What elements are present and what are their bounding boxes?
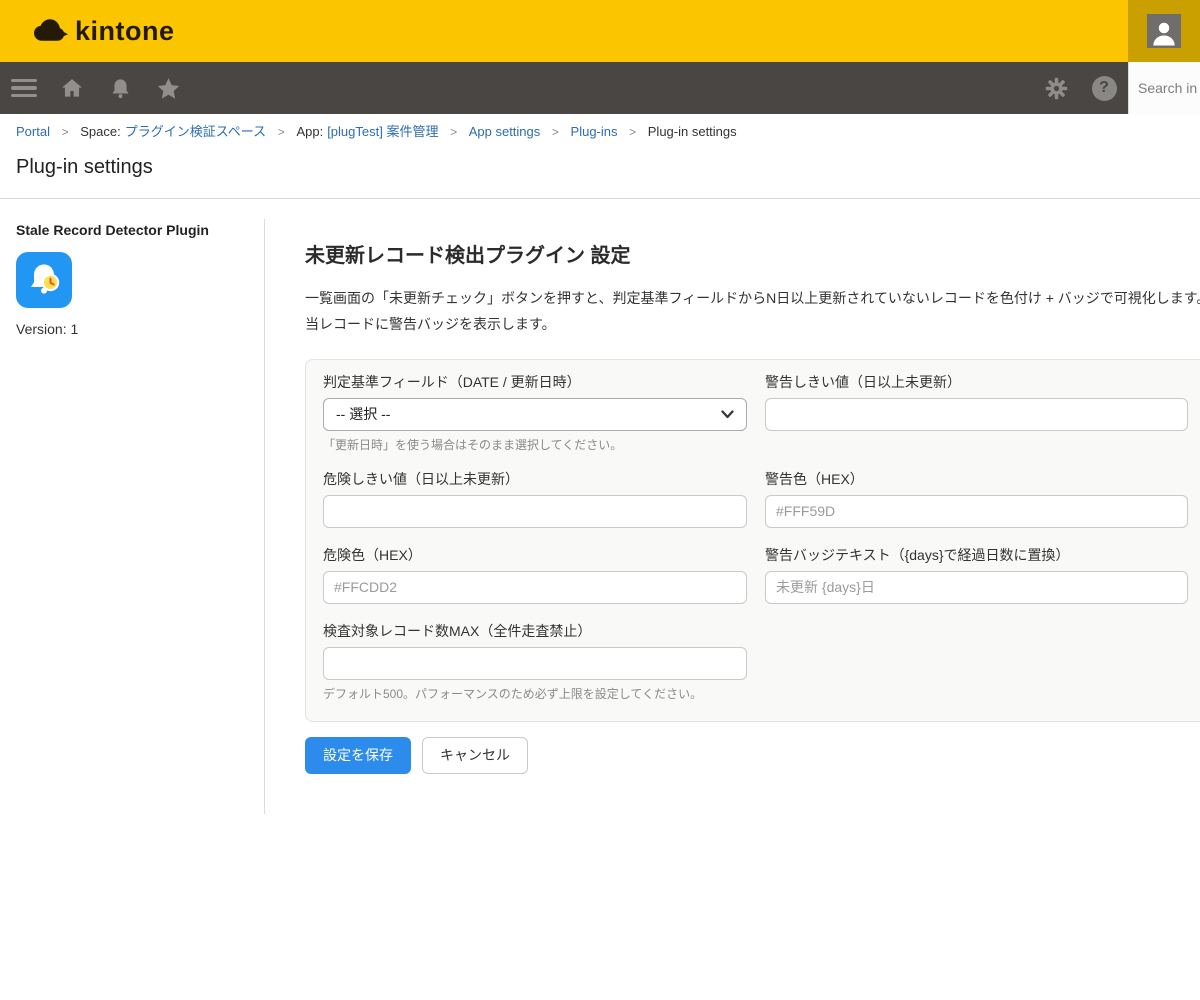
field-max-records: 検査対象レコード数MAX（全件走査禁止） デフォルト500。パフォーマンスのため…	[323, 623, 747, 701]
breadcrumb-item-app-settings: App settings	[469, 124, 541, 139]
favorites-star-icon[interactable]	[144, 62, 192, 114]
breadcrumb: Portal > Space:プラグイン検証スペース > App:[plugTe…	[0, 114, 1200, 140]
home-icon[interactable]	[48, 62, 96, 114]
criteria-label: 判定基準フィールド（DATE / 更新日時）	[323, 374, 747, 391]
breadcrumb-separator: >	[552, 125, 559, 139]
settings-description: 一覧画面の「未更新チェック」ボタンを押すと、判定基準フィールドからN日以上更新さ…	[305, 285, 1200, 337]
user-menu[interactable]	[1128, 0, 1200, 62]
plugin-bell-clock-icon	[16, 252, 72, 308]
field-warning-color: 警告色（HEX）	[765, 471, 1188, 528]
danger-threshold-label: 危険しきい値（日以上未更新）	[323, 471, 747, 488]
criteria-select[interactable]: -- 選択 --	[323, 398, 747, 431]
kintone-logo[interactable]: kintone	[32, 16, 175, 47]
field-warning-badge-text: 警告バッジテキスト（{days}で経過日数に置換）	[765, 547, 1188, 604]
breadcrumb-link-app-settings[interactable]: App settings	[469, 124, 541, 139]
breadcrumb-item-current: Plug-in settings	[648, 124, 737, 139]
max-records-label: 検査対象レコード数MAX（全件走査禁止）	[323, 623, 747, 640]
breadcrumb-link-space[interactable]: プラグイン検証スペース	[125, 124, 266, 139]
plugin-settings-main: 未更新レコード検出プラグイン 設定 一覧画面の「未更新チェック」ボタンを押すと、…	[305, 199, 1200, 774]
cancel-button[interactable]: キャンセル	[422, 737, 528, 774]
breadcrumb-item-app: App:[plugTest] 案件管理	[296, 124, 438, 139]
warning-threshold-input[interactable]	[765, 398, 1188, 431]
settings-form-grid: 判定基準フィールド（DATE / 更新日時） -- 選択 -- 「更新日時」を使…	[323, 374, 1200, 701]
notifications-bell-icon[interactable]	[96, 62, 144, 114]
max-records-input[interactable]	[323, 647, 747, 680]
breadcrumb-link-portal[interactable]: Portal	[16, 124, 50, 139]
breadcrumb-separator: >	[450, 125, 457, 139]
field-criteria: 判定基準フィールド（DATE / 更新日時） -- 選択 -- 「更新日時」を使…	[323, 374, 747, 452]
field-warning-threshold: 警告しきい値（日以上未更新）	[765, 374, 1188, 431]
breadcrumb-item-space: Space:プラグイン検証スペース	[80, 124, 266, 139]
field-danger-threshold: 危険しきい値（日以上未更新）	[323, 471, 747, 528]
plugin-version: Version: 1	[16, 321, 264, 337]
plugin-name: Stale Record Detector Plugin	[16, 221, 264, 239]
help-icon[interactable]: ?	[1080, 62, 1128, 114]
user-avatar-icon	[1147, 14, 1181, 48]
search-placeholder: Search in	[1138, 80, 1197, 96]
breadcrumb-separator: >	[62, 125, 69, 139]
warning-badge-text-input[interactable]	[765, 571, 1188, 604]
settings-form-panel: 判定基準フィールド（DATE / 更新日時） -- 選択 -- 「更新日時」を使…	[305, 359, 1200, 722]
page-title: Plug-in settings	[16, 155, 1184, 179]
chevron-down-icon	[721, 410, 734, 419]
warning-color-input[interactable]	[765, 495, 1188, 528]
search-input[interactable]: Search in	[1128, 62, 1200, 114]
plugin-sidebar: Stale Record Detector Plugin Version: 1	[0, 219, 265, 814]
content-area: Stale Record Detector Plugin Version: 1 …	[0, 199, 1200, 814]
brand-name: kintone	[75, 16, 175, 47]
kintone-cloud-icon	[32, 16, 70, 46]
breadcrumb-separator: >	[629, 125, 636, 139]
breadcrumb-item-plugins: Plug-ins	[571, 124, 618, 139]
top-bar: kintone	[0, 0, 1200, 62]
breadcrumb-current-label: Plug-in settings	[648, 124, 737, 139]
breadcrumb-separator: >	[278, 125, 285, 139]
warning-color-label: 警告色（HEX）	[765, 471, 1188, 488]
global-nav-bar: ? Search in	[0, 62, 1200, 114]
menu-hamburger-icon[interactable]	[0, 62, 48, 114]
warning-badge-text-label: 警告バッジテキスト（{days}で経過日数に置換）	[765, 547, 1188, 564]
danger-color-input[interactable]	[323, 571, 747, 604]
settings-gear-icon[interactable]	[1032, 62, 1080, 114]
criteria-hint: 「更新日時」を使う場合はそのまま選択してください。	[323, 438, 747, 452]
settings-heading: 未更新レコード検出プラグイン 設定	[305, 244, 1200, 268]
form-actions: 設定を保存 キャンセル	[305, 737, 1200, 774]
save-settings-button[interactable]: 設定を保存	[305, 737, 411, 774]
field-danger-color: 危険色（HEX）	[323, 547, 747, 604]
danger-color-label: 危険色（HEX）	[323, 547, 747, 564]
criteria-select-value: -- 選択 --	[336, 404, 390, 424]
breadcrumb-link-plugins[interactable]: Plug-ins	[571, 124, 618, 139]
breadcrumb-item-portal: Portal	[16, 124, 50, 139]
max-records-hint: デフォルト500。パフォーマンスのため必ず上限を設定してください。	[323, 687, 747, 701]
breadcrumb-link-app[interactable]: [plugTest] 案件管理	[327, 124, 438, 139]
danger-threshold-input[interactable]	[323, 495, 747, 528]
warning-threshold-label: 警告しきい値（日以上未更新）	[765, 374, 1188, 391]
nav-right-group: ? Search in	[1032, 62, 1200, 114]
